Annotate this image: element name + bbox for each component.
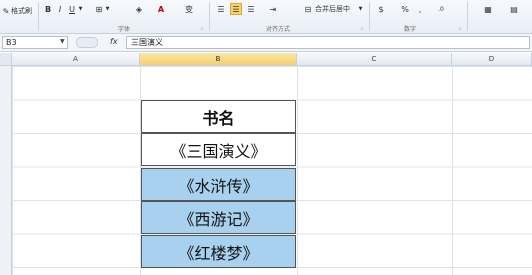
- insert-function-icon[interactable]: fx: [110, 37, 118, 46]
- ribbon-separator: [38, 2, 39, 31]
- underline-dropdown-icon[interactable]: ▼: [78, 4, 83, 14]
- row-headers: [0, 66, 12, 275]
- formula-bar-splitter[interactable]: [76, 37, 98, 48]
- indent-icon[interactable]: ⇥: [268, 4, 278, 14]
- conditional-format-icon[interactable]: ▦: [482, 4, 494, 14]
- currency-icon[interactable]: $: [376, 4, 386, 14]
- merge-dropdown-icon[interactable]: ▼: [358, 4, 363, 14]
- number-group-label: 数字: [404, 26, 417, 33]
- column-header-b[interactable]: B: [140, 53, 297, 66]
- gridline: [452, 66, 453, 275]
- column-header-a[interactable]: A: [12, 53, 140, 66]
- font-group-launcher-icon[interactable]: ⌟: [200, 24, 203, 31]
- ribbon: ✎ 格式刷 B I U ▼ ⊞ ▼ ◈ A 变 字体 ⌟ ☰ ☰ ☰ ⇥ ⊟ 合…: [0, 0, 532, 34]
- formula-bar: B3 ▼ fx 三国演义: [0, 34, 532, 52]
- merge-center-button[interactable]: 合并后居中: [315, 5, 350, 14]
- alignment-group-launcher-icon[interactable]: ⌟: [360, 24, 363, 31]
- border-dropdown-icon[interactable]: ▼: [105, 4, 110, 14]
- underline-button[interactable]: U: [68, 4, 76, 14]
- border-icon[interactable]: ⊞: [94, 4, 104, 14]
- comma-style-icon[interactable]: ,: [416, 4, 424, 14]
- decimal-icon[interactable]: .0: [436, 4, 446, 14]
- italic-button[interactable]: I: [56, 4, 64, 14]
- name-box[interactable]: B3: [2, 36, 68, 49]
- cell-b4[interactable]: 《水浒传》: [141, 168, 296, 201]
- column-header-c[interactable]: C: [297, 53, 452, 66]
- select-all-corner[interactable]: [0, 53, 12, 66]
- column-header-d[interactable]: D: [452, 53, 532, 66]
- table-format-icon[interactable]: ▤: [508, 4, 520, 14]
- gridline: [297, 66, 298, 275]
- align-center-icon[interactable]: ☰: [230, 3, 242, 15]
- font-group-label: 字体: [118, 26, 131, 33]
- bold-button[interactable]: B: [44, 4, 52, 14]
- number-group-launcher-icon[interactable]: ⌟: [458, 24, 461, 31]
- formula-input[interactable]: 三国演义: [126, 36, 530, 49]
- ribbon-separator: [369, 2, 370, 31]
- cell-b3-selected[interactable]: 《三国演义》: [141, 133, 296, 166]
- alignment-group-label: 对齐方式: [266, 26, 291, 33]
- format-painter-icon[interactable]: ✎: [2, 6, 10, 16]
- cell-b5[interactable]: 《西游记》: [141, 201, 296, 234]
- ribbon-separator: [467, 2, 468, 31]
- format-painter-button[interactable]: 格式刷: [11, 7, 32, 16]
- cell-b2-header[interactable]: 书名: [141, 100, 296, 133]
- align-right-icon[interactable]: ☰: [246, 4, 256, 14]
- name-box-dropdown-icon[interactable]: ▼: [60, 38, 65, 45]
- phonetic-button[interactable]: 变: [184, 4, 194, 14]
- fill-color-icon[interactable]: ◈: [134, 4, 144, 14]
- ribbon-separator: [209, 2, 210, 31]
- percent-button[interactable]: %: [400, 4, 410, 14]
- cell-b6[interactable]: 《红楼梦》: [141, 235, 296, 268]
- align-left-icon[interactable]: ☰: [216, 4, 226, 14]
- merge-center-icon[interactable]: ⊟: [303, 4, 313, 14]
- font-color-icon[interactable]: A: [156, 4, 166, 14]
